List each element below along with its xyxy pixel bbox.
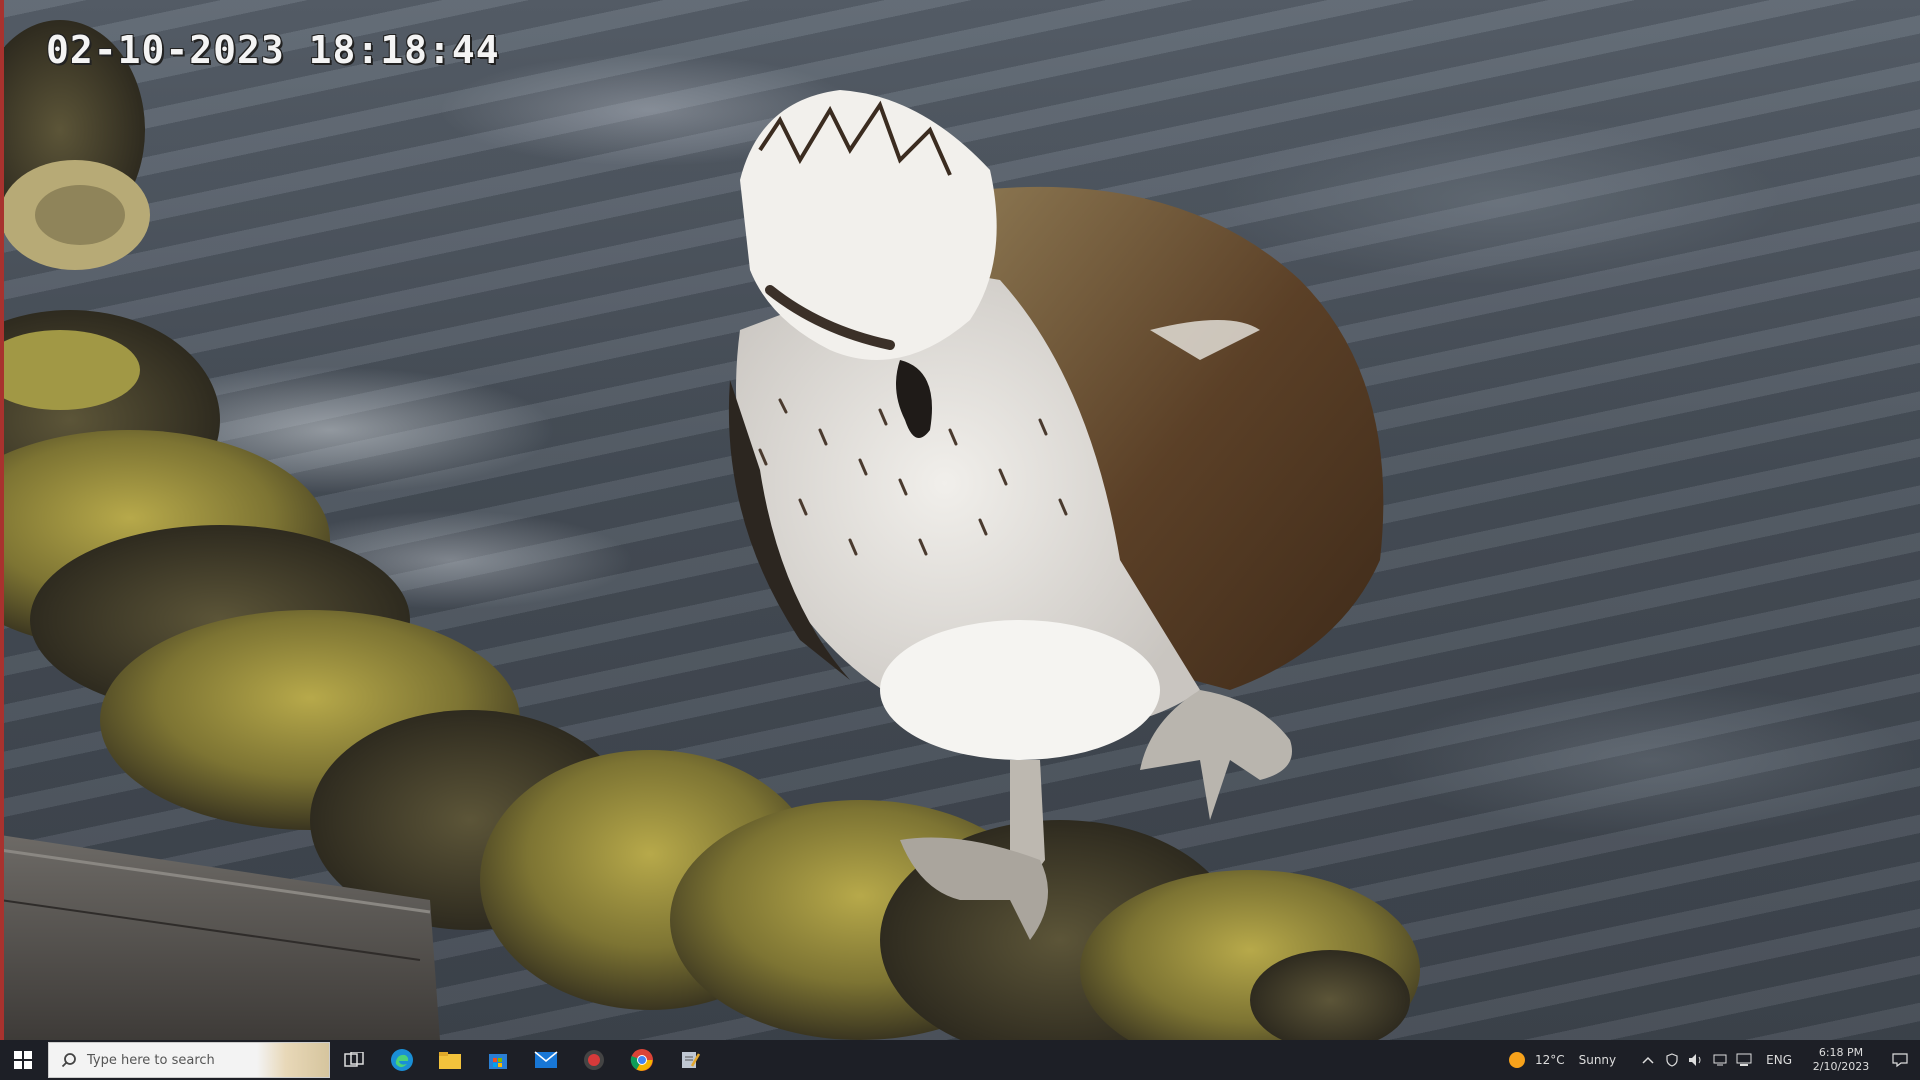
clock-date: 2/10/2023 [1812,1060,1870,1073]
webcam-stream: 02-10-2023 18:18:44 [0,0,1920,1040]
chevron-up-icon [1642,1056,1654,1064]
taskbar-search-box[interactable]: Type here to search [48,1042,330,1078]
task-view-icon [344,1052,364,1067]
volume-button[interactable] [1684,1053,1708,1067]
search-placeholder: Type here to search [87,1052,215,1068]
window-edge [0,0,4,1040]
network-button[interactable] [1708,1053,1732,1067]
clock-time: 6:18 PM [1818,1046,1864,1059]
search-highlight-illustration [257,1043,329,1077]
store-button[interactable] [474,1040,522,1080]
file-explorer-button[interactable] [426,1040,474,1080]
sun-icon [1508,1052,1525,1068]
microsoft-store-icon [489,1054,507,1069]
display-button[interactable] [1732,1053,1756,1067]
shield-icon [1666,1053,1678,1067]
notepad-icon [682,1052,701,1068]
search-icon [61,1053,76,1068]
windows-logo-icon [14,1051,32,1069]
speaker-icon [1689,1054,1701,1066]
mail-icon [534,1051,558,1068]
osprey-scene [0,20,1420,1040]
mail-button[interactable] [522,1040,570,1080]
tray-app-button[interactable] [1660,1053,1684,1067]
notification-icon [1892,1053,1908,1068]
file-explorer-icon [439,1052,461,1069]
weather-widget[interactable] [1505,1051,1529,1069]
start-button[interactable] [0,1040,46,1080]
network-icon [1713,1054,1727,1066]
chrome-button[interactable] [618,1040,666,1080]
notification-center-button[interactable] [1880,1052,1920,1068]
task-view-button[interactable] [330,1040,378,1080]
edge-icon [391,1049,413,1071]
show-hidden-icons-button[interactable] [1636,1056,1660,1064]
edge-button[interactable] [378,1040,426,1080]
weather-temperature[interactable]: 12°C [1535,1053,1565,1067]
camera-timestamp: 02-10-2023 18:18:44 [46,28,500,72]
weather-description[interactable]: Sunny [1579,1053,1617,1067]
recorder-button[interactable] [570,1040,618,1080]
notepad-button[interactable] [666,1040,714,1080]
chrome-icon [630,1049,653,1071]
monitor-icon [1736,1053,1752,1066]
recorder-icon [584,1050,604,1070]
input-language[interactable]: ENG [1766,1053,1792,1067]
system-tray: 12°C Sunny ENG 6:18 PM 2/10/2023 [1505,1040,1920,1080]
windows-taskbar: Type here to search 12°C Sunny ENG 6:18 … [0,1040,1920,1080]
taskbar-clock[interactable]: 6:18 PM 2/10/2023 [1802,1046,1880,1074]
